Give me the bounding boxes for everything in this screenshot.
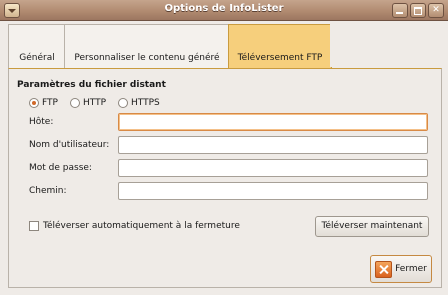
maximize-icon — [414, 7, 422, 15]
radio-indicator[interactable] — [118, 98, 128, 108]
close-button[interactable]: Fermer — [370, 255, 432, 283]
radio-indicator[interactable] — [70, 98, 80, 108]
host-input[interactable] — [119, 114, 427, 130]
radio-label: HTTPS — [131, 98, 160, 108]
username-label: Nom d'utilisateur: — [29, 140, 110, 150]
host-field[interactable] — [118, 113, 428, 131]
path-label: Chemin: — [29, 186, 67, 196]
radio-label: HTTP — [83, 98, 107, 108]
radio-ftp[interactable]: FTP — [29, 96, 58, 110]
host-label: Hôte: — [29, 117, 54, 127]
path-input[interactable] — [119, 183, 427, 199]
tab-label: Général — [19, 53, 55, 63]
radio-indicator[interactable] — [29, 98, 39, 108]
tab-label: Téléversement FTP — [237, 53, 323, 63]
close-window-button[interactable]: ✕ — [428, 3, 444, 18]
minimize-button[interactable] — [392, 3, 408, 18]
minimize-icon — [396, 12, 403, 14]
tab-customize-content[interactable]: Personnaliser le contenu généré — [64, 24, 229, 68]
x-icon — [375, 260, 393, 278]
auto-upload-checkbox-row[interactable]: Téléverser automatiquement à la fermetur… — [29, 221, 240, 231]
radio-https[interactable]: HTTPS — [118, 96, 160, 110]
password-label: Mot de passe: — [29, 163, 92, 173]
upload-now-button[interactable]: Téléverser maintenant — [315, 216, 429, 237]
radio-http[interactable]: HTTP — [70, 96, 106, 110]
auto-upload-label: Téléverser automatiquement à la fermetur… — [43, 221, 240, 231]
window-title: Options de InfoLister — [164, 3, 284, 14]
close-button-label: Fermer — [395, 264, 427, 274]
tab-bar-filler — [330, 24, 440, 67]
close-icon: ✕ — [432, 5, 440, 15]
tab-ftp-upload[interactable]: Téléversement FTP — [228, 24, 332, 68]
tab-label: Personnaliser le contenu généré — [74, 53, 220, 63]
password-input[interactable] — [119, 160, 427, 176]
maximize-button[interactable] — [410, 3, 426, 18]
section-title: Paramètres du fichier distant — [17, 80, 166, 90]
path-field[interactable] — [118, 182, 428, 200]
password-field[interactable] — [118, 159, 428, 177]
tab-bar: Général Personnaliser le contenu généré … — [8, 24, 440, 68]
username-input[interactable] — [119, 137, 427, 153]
radio-label: FTP — [42, 98, 58, 108]
tab-general[interactable]: Général — [8, 24, 65, 68]
title-bar[interactable]: Options de InfoLister ✕ — [0, 0, 448, 21]
auto-upload-checkbox[interactable] — [29, 221, 39, 231]
username-field[interactable] — [118, 136, 428, 154]
